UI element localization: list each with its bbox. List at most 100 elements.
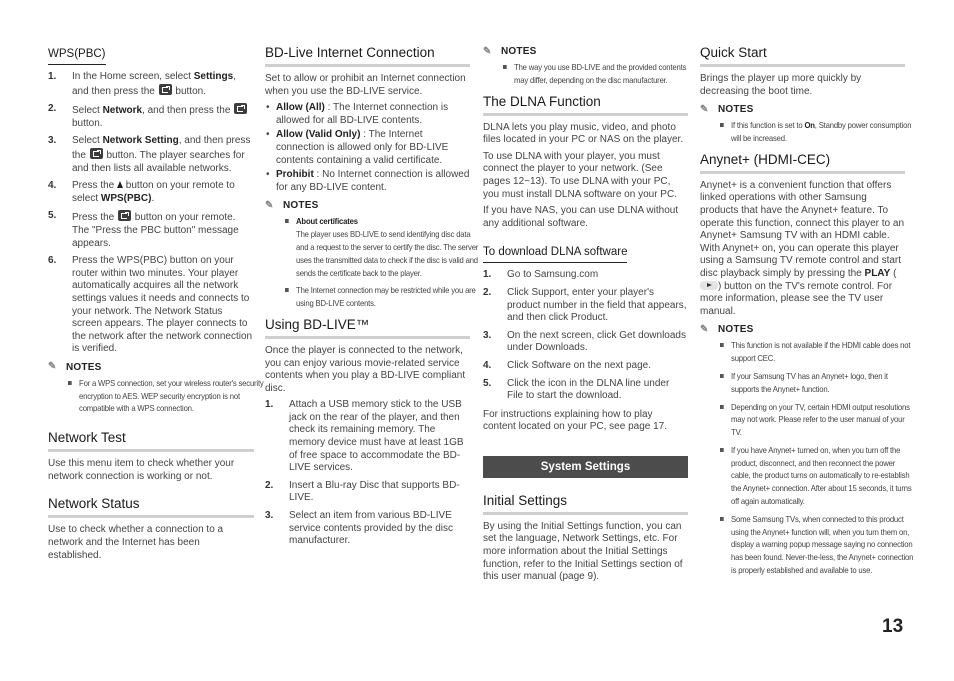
note-item: For a WPS connection, set your wireless … (68, 377, 264, 415)
page-number: 13 (882, 616, 904, 637)
wps-steps: 1. In the Home screen, select Settings, a… (48, 71, 254, 356)
enter-button-icon (158, 83, 172, 95)
square-bullet-icon (285, 219, 289, 224)
option-item: • Allow (Valid Only) : The Internet conne… (266, 129, 449, 166)
quick-start-body: Brings the player up more quickly by dec… (700, 73, 862, 97)
network-test-section: Network Test Use this menu item to check… (48, 429, 254, 483)
network-test-heading: Network Test (48, 429, 254, 453)
notes-heading: ✎ NOTES (700, 103, 754, 116)
column-2: BD-Live Internet Connection Set to allow… (265, 44, 478, 554)
using-bdlive-notes: The way you use BD-LIVE and the provided… (483, 61, 688, 87)
network-status-section: Network Status Use to check whether a co… (48, 495, 254, 562)
notes-heading: ✎ NOTES (265, 199, 319, 212)
step-item: 3. On the next screen, click Get download… (483, 329, 686, 354)
quick-start-heading: Quick Start (700, 44, 905, 67)
using-bdlive-steps: 1. Attach a USB memory stick to the USB j… (265, 399, 470, 548)
step-item: 3. Select an item from various BD-LIVE se… (265, 510, 453, 547)
bdlive-options: • Allow (All) : The Internet connection i… (265, 102, 470, 194)
wps-notes: For a WPS connection, set your wireless … (48, 377, 264, 415)
square-bullet-icon (285, 288, 289, 293)
initial-settings-section: Initial Settings By using the Initial Se… (483, 492, 688, 584)
network-status-body: Use to check whether a connection to a n… (48, 524, 224, 561)
anynet-heading: Anynet+ (HDMI-CEC) (700, 151, 905, 174)
download-dlna-steps: 1. Go to Samsung.com 2. Click Support, ent… (483, 269, 688, 402)
column-4: Quick Start Brings the player up more qu… (700, 44, 913, 583)
dlna-footer: For instructions explaining how to play … (483, 408, 668, 433)
column-3: ✎ NOTES The way you use BD-LIVE and the p… (483, 44, 688, 588)
quick-start-notes: If this function is set to On, Standby p… (700, 119, 912, 145)
wps-step: 5. Press the button on your remote. The "… (48, 210, 239, 249)
dlna-paragraph: DLNA lets you play music, video, and pho… (483, 121, 684, 146)
step-item: 2. Click Support, enter your player's pro… (483, 286, 687, 324)
square-bullet-icon (503, 65, 507, 69)
system-settings-bar: System Settings (483, 455, 688, 478)
quick-start-section: Quick Start Brings the player up more qu… (700, 44, 912, 145)
step-item: 2. Insert a Blu-ray Disc that supports BD… (265, 479, 460, 504)
pencil-icon: ✎ (48, 361, 57, 373)
bdlive-connection-section: BD-Live Internet Connection Set to allow… (265, 44, 478, 310)
note-item: If your Samsung TV has an Anynet+ logo, … (720, 370, 915, 396)
column-1: WPS(PBC) 1. In the Home screen, select Se… (48, 44, 264, 566)
wps-section: WPS(PBC) 1. In the Home screen, select Se… (48, 44, 264, 415)
notes-heading: ✎ NOTES (48, 361, 102, 373)
wps-step: 1. In the Home screen, select Settings, a… (48, 71, 236, 97)
square-bullet-icon (720, 343, 724, 348)
using-bdlive-heading: Using BD-LIVE™ (265, 316, 470, 339)
step-item: 5. Click the icon in the DLNA line under … (483, 377, 670, 402)
anynet-notes: This function is not available if the HD… (700, 339, 913, 577)
dlna-heading: The DLNA Function (483, 93, 688, 116)
note-item: The way you use BD-LIVE and the provided… (503, 61, 698, 87)
square-bullet-icon (720, 447, 724, 452)
pencil-icon: ✎ (483, 45, 492, 57)
anynet-body: Anynet+ is a convenient function that of… (700, 179, 905, 317)
step-item: 1. Go to Samsung.com (483, 269, 599, 281)
bullet-icon: • (266, 129, 270, 141)
using-bdlive-intro: Once the player is connected to the netw… (265, 344, 466, 394)
bullet-icon: • (266, 102, 270, 114)
wps-step: 2. Select Network, and then press the but… (48, 103, 254, 130)
note-item: Some Samsung TVs, when connected to this… (720, 513, 915, 577)
enter-button-icon (234, 103, 248, 115)
square-bullet-icon (720, 123, 724, 128)
wps-step: 3. Select Network Setting, and then press… (48, 135, 251, 174)
pencil-icon: ✎ (700, 103, 709, 115)
wps-step: 6. Press the WPS(PBC) button on your rout… (48, 255, 253, 355)
network-status-heading: Network Status (48, 495, 254, 519)
note-item: Depending on your TV, certain HDMI outpu… (720, 401, 915, 439)
bdlive-connection-heading: BD-Live Internet Connection (265, 44, 470, 67)
initial-settings-heading: Initial Settings (483, 492, 688, 515)
option-item: • Prohibit : No Internet connection is al… (266, 169, 470, 193)
notes-heading: ✎ NOTES (483, 45, 537, 57)
square-bullet-icon (720, 516, 724, 521)
note-item: About certificates The player uses BD-LIV… (285, 215, 480, 279)
play-button-icon (700, 280, 718, 290)
step-item: 1. Attach a USB memory stick to the USB j… (265, 399, 464, 474)
note-item: The Internet connection may be restricte… (285, 284, 480, 310)
step-item: 4. Click Software on the next page. (483, 359, 651, 371)
pencil-icon: ✎ (265, 199, 274, 211)
bdlive-notes: About certificates The player uses BD-LIV… (265, 215, 478, 310)
initial-settings-body: By using the Initial Settings function, … (483, 520, 683, 583)
square-bullet-icon (720, 404, 724, 409)
note-item: If you have Anynet+ turned on, when you … (720, 444, 915, 508)
pencil-icon: ✎ (700, 323, 709, 335)
square-bullet-icon (720, 373, 724, 378)
enter-button-icon (118, 210, 132, 222)
square-bullet-icon (68, 380, 72, 385)
option-item: • Allow (All) : The Internet connection i… (266, 102, 449, 126)
bullet-icon: • (266, 169, 270, 181)
note-item: If this function is set to On, Standby p… (720, 119, 915, 145)
network-test-body: Use this menu item to check whether your… (48, 458, 235, 482)
dlna-paragraph: To use DLNA with your player, you must c… (483, 150, 677, 200)
enter-button-icon (89, 147, 103, 159)
notes-heading: ✎ NOTES (700, 323, 754, 336)
wps-heading: WPS(PBC) (48, 47, 106, 65)
bdlive-connection-intro: Set to allow or prohibit an Internet con… (265, 73, 466, 97)
wps-step: 4. Press the button on your remote to sel… (48, 180, 235, 204)
anynet-section: Anynet+ (HDMI-CEC) Anynet+ is a convenie… (700, 151, 913, 577)
dlna-paragraph: If you have NAS, you can use DLNA withou… (483, 205, 679, 229)
download-dlna-heading: To download DLNA software (483, 245, 628, 264)
dlna-section: The DLNA Function DLNA lets you play mus… (483, 93, 688, 434)
using-bdlive-section: Using BD-LIVE™ Once the player is connec… (265, 316, 470, 548)
note-item: This function is not available if the HD… (720, 339, 915, 365)
